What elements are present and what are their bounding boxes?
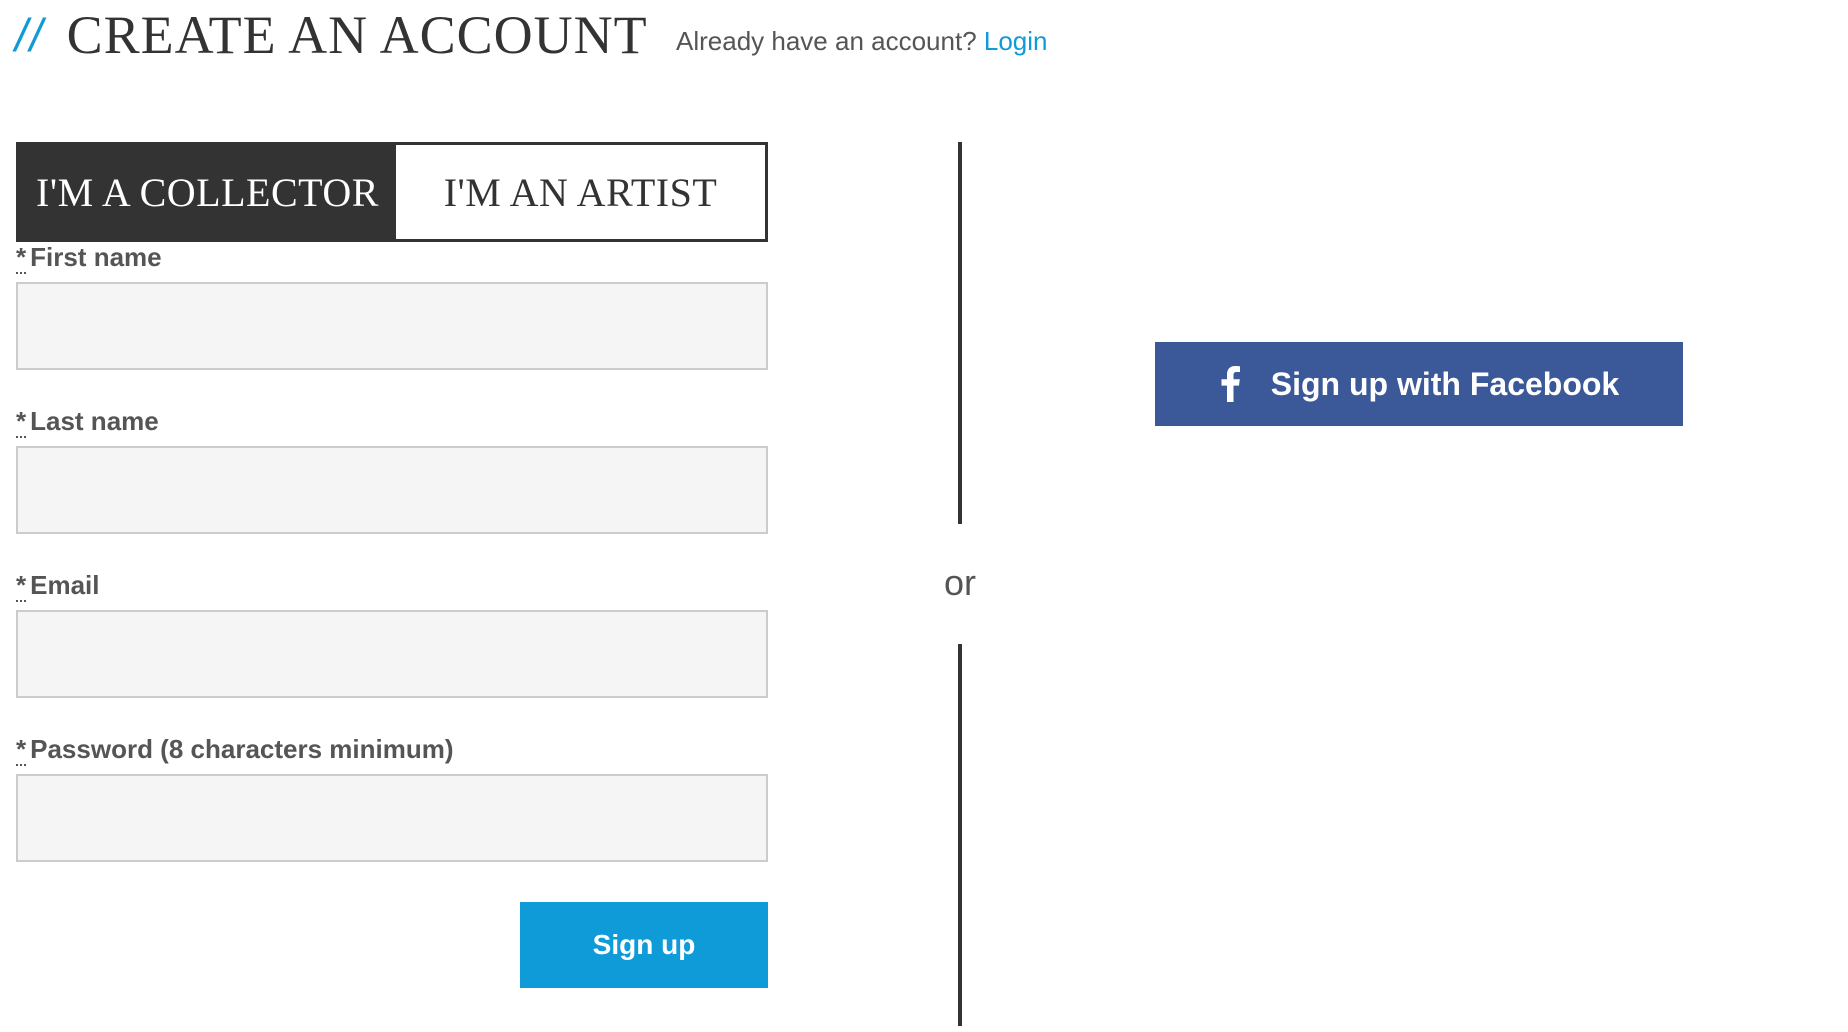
first-name-input[interactable]: [16, 282, 768, 370]
page-title: CREATE AN ACCOUNT: [66, 5, 648, 65]
divider-line-top: [958, 142, 962, 524]
page-header: // CREATE AN ACCOUNT: [15, 0, 648, 70]
divider-or-text: or: [943, 562, 976, 603]
login-prompt-text: Already have an account?: [676, 26, 977, 56]
last-name-label-text: Last name: [30, 406, 159, 436]
password-input[interactable]: [16, 774, 768, 862]
email-label-text: Email: [30, 570, 100, 600]
last-name-label: * Last name: [16, 406, 159, 438]
login-prompt: Already have an account? Login: [676, 26, 1048, 57]
required-marker: *: [16, 242, 27, 274]
password-label-text: Password (8 characters minimum): [30, 734, 454, 764]
facebook-signup-button[interactable]: Sign up with Facebook: [1155, 342, 1683, 426]
first-name-label-text: First name: [30, 242, 162, 272]
header-slashes: //: [15, 9, 45, 61]
login-link[interactable]: Login: [984, 26, 1048, 56]
artist-tab[interactable]: I'M AN ARTIST: [396, 145, 765, 239]
password-label: * Password (8 characters minimum): [16, 734, 454, 766]
account-type-toggle: I'M A COLLECTOR I'M AN ARTIST: [16, 142, 768, 242]
required-marker: *: [16, 570, 27, 602]
facebook-signup-label: Sign up with Facebook: [1270, 365, 1620, 402]
divider-line-bottom: [958, 644, 962, 1026]
signup-button[interactable]: Sign up: [520, 902, 768, 988]
required-marker: *: [16, 734, 27, 766]
required-marker: *: [16, 406, 27, 438]
collector-tab[interactable]: I'M A COLLECTOR: [19, 145, 396, 239]
facebook-icon: [1219, 366, 1241, 402]
first-name-label: * First name: [16, 242, 162, 274]
email-input[interactable]: [16, 610, 768, 698]
last-name-input[interactable]: [16, 446, 768, 534]
email-label: * Email: [16, 570, 100, 602]
